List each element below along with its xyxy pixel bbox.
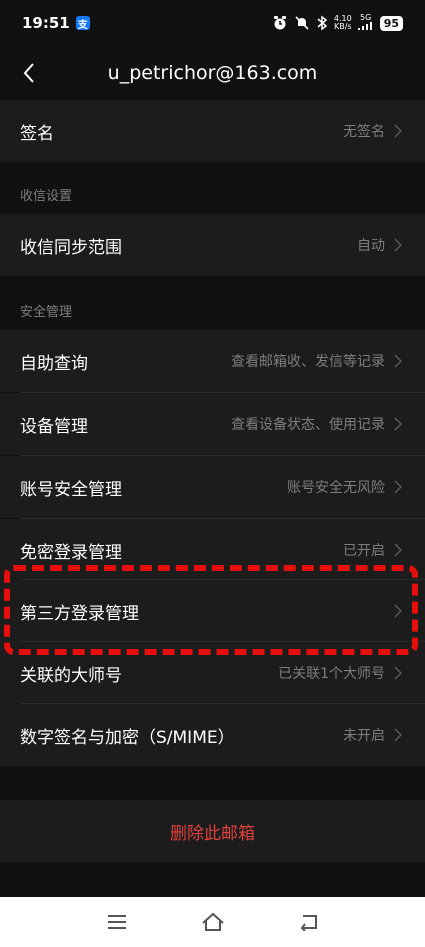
row-label: 收信同步范围 (20, 237, 122, 258)
battery-indicator: 95 (379, 15, 403, 31)
sync-range-row[interactable]: 收信同步范围 自动 (0, 214, 425, 276)
alarm-icon (273, 16, 286, 30)
chevron-left-icon (23, 63, 34, 83)
row-label: 关联的大师号 (20, 665, 122, 686)
account-security-row[interactable]: 账号安全管理 账号安全无风险 (0, 456, 425, 518)
section-header-security: 安全管理 (20, 305, 73, 320)
row-label: 自助查询 (20, 353, 88, 374)
signal-icon (357, 22, 372, 30)
signal: 5G (357, 13, 374, 32)
status-bar: 19:51 支 4.10 KB/s 5G 95 (0, 0, 425, 46)
mute-bell-icon (295, 16, 309, 30)
self-query-row[interactable]: 自助查询 查看邮箱收、发信等记录 (0, 330, 425, 392)
row-value: 查看设备状态、使用记录 (231, 417, 385, 433)
chevron-right-icon (391, 543, 405, 557)
row-value: 未开启 (343, 728, 385, 744)
chevron-right-icon (391, 417, 405, 431)
network-type: 5G (360, 13, 372, 22)
alipay-icon: 支 (75, 16, 90, 31)
return-icon (300, 915, 317, 931)
section-header-receive: 收信设置 (20, 189, 73, 204)
status-left: 19:51 支 (22, 14, 90, 32)
speed-unit: KB/s (333, 22, 352, 31)
chevron-right-icon (391, 728, 405, 742)
chevron-right-icon (391, 238, 405, 252)
system-nav-bar (0, 897, 425, 947)
back-button[interactable] (14, 58, 44, 88)
row-value: 已关联1个大师号 (278, 666, 385, 682)
chevron-right-icon (391, 354, 405, 368)
menu-button[interactable] (103, 908, 131, 936)
row-value: 查看邮箱收、发信等记录 (231, 354, 385, 370)
nav-bar: u_petrichor@163.com (0, 46, 425, 100)
menu-icon (107, 915, 126, 929)
network-speed: 4.10 KB/s (334, 15, 352, 31)
row-label: 数字签名与加密（S/MIME） (20, 727, 235, 748)
chevron-right-icon (391, 124, 405, 138)
chevron-right-icon (391, 480, 405, 494)
row-value: 已开启 (343, 543, 385, 559)
device-management-row[interactable]: 设备管理 查看设备状态、使用记录 (0, 393, 425, 455)
signature-row[interactable]: 签名 无签名 (0, 100, 425, 162)
smime-row[interactable]: 数字签名与加密（S/MIME） 未开启 (0, 704, 425, 766)
chevron-right-icon (391, 666, 405, 680)
home-icon (201, 912, 224, 931)
row-label: 签名 (20, 123, 54, 144)
back-nav-button[interactable] (295, 908, 323, 936)
delete-mailbox-button[interactable]: 删除此邮箱 (0, 800, 425, 862)
page-title: u_petrichor@163.com (107, 62, 318, 84)
highlight-box (4, 565, 418, 655)
row-value: 自动 (357, 238, 385, 254)
row-label: 设备管理 (20, 416, 88, 437)
row-label: 账号安全管理 (20, 479, 122, 500)
row-value: 账号安全无风险 (287, 480, 385, 496)
delete-label: 删除此邮箱 (170, 823, 255, 844)
row-label: 免密登录管理 (20, 542, 122, 563)
bluetooth-icon (317, 15, 328, 31)
home-button[interactable] (199, 908, 227, 936)
status-right: 4.10 KB/s 5G 95 (272, 14, 403, 32)
row-value: 无签名 (343, 124, 385, 140)
status-time: 19:51 (22, 14, 70, 32)
